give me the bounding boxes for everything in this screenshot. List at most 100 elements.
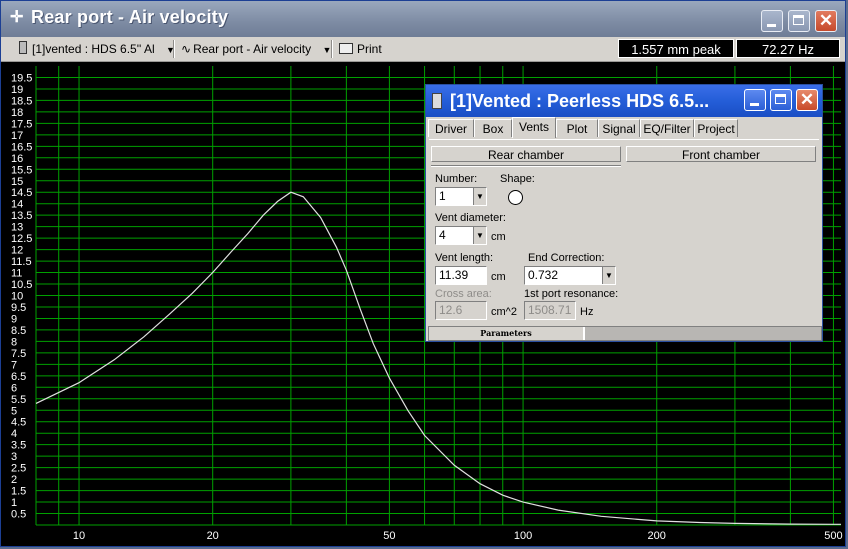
y-tick-label: 11.5	[11, 256, 32, 268]
y-tick-label: 17	[11, 130, 23, 142]
x-tick-label: 10	[73, 530, 85, 542]
tab-vents[interactable]: Vents	[512, 117, 556, 138]
y-tick-label: 18	[11, 107, 23, 119]
y-tick-label: 17.5	[11, 118, 32, 130]
y-tick-label: 10.5	[11, 279, 32, 291]
vented-dialog: [1]Vented : Peerless HDS 6.5... ✕ Driver…	[425, 84, 823, 342]
chevron-down-icon[interactable]: ▼	[473, 188, 486, 205]
close-button[interactable]: ✕	[815, 10, 837, 32]
tab-signal[interactable]: Signal	[598, 119, 640, 137]
y-tick-label: 16	[11, 153, 23, 165]
number-label: Number:	[435, 173, 478, 185]
dialog-title-bar[interactable]: [1]Vented : Peerless HDS 6.5... ✕	[426, 85, 822, 117]
number-value: 1	[439, 189, 446, 203]
cross-area-label: Cross area:	[435, 288, 492, 300]
end-correction-select[interactable]: 0.732 ▼	[524, 266, 616, 285]
y-tick-label: 14.5	[11, 187, 32, 199]
y-tick-label: 0.5	[11, 509, 26, 521]
y-tick-label: 7.5	[11, 348, 26, 360]
vent-diameter-label: Vent diameter:	[435, 212, 506, 224]
dialog-status-bar: Parameters	[428, 326, 822, 341]
maximize-icon	[793, 15, 804, 25]
dialog-minimize-button[interactable]	[744, 89, 766, 111]
status-empty-panel	[585, 327, 821, 340]
toolbar: [1]vented : HDS 6.5'' Al ▼ ∿ Rear port - …	[1, 37, 845, 62]
vent-diameter-select[interactable]: 4 ▼	[435, 226, 487, 245]
project-select-label: [1]vented : HDS 6.5'' Al	[32, 42, 155, 56]
y-tick-label: 13	[11, 222, 23, 234]
plot-select[interactable]: ∿ Rear port - Air velocity ▼	[181, 41, 331, 57]
y-tick-label: 5	[11, 405, 17, 417]
tab-box[interactable]: Box	[474, 119, 512, 137]
waveform-icon: ∿	[181, 42, 192, 56]
y-tick-label: 12	[11, 245, 23, 257]
y-tick-label: 9	[11, 313, 17, 325]
y-tick-label: 19.5	[11, 72, 32, 84]
x-tick-label: 200	[648, 530, 666, 542]
maximize-icon	[775, 94, 786, 104]
y-tick-label: 9.5	[11, 302, 26, 314]
maximize-button[interactable]	[788, 10, 810, 32]
resonance-input: 1508.71	[524, 301, 576, 320]
excursion-readout: 1.557 mm peak	[618, 39, 734, 58]
y-tick-label: 3.5	[11, 440, 26, 452]
project-select[interactable]: [1]vented : HDS 6.5'' Al ▼	[19, 41, 175, 57]
tab-driver[interactable]: Driver	[428, 119, 474, 137]
y-tick-label: 5.5	[11, 394, 26, 406]
y-tick-label: 19	[11, 84, 23, 96]
front-chamber-button[interactable]: Front chamber	[626, 146, 816, 162]
vent-length-input[interactable]: 11.39	[435, 266, 487, 285]
minimize-icon	[767, 24, 776, 27]
frequency-readout: 72.27 Hz	[736, 39, 840, 58]
circle-shape-icon[interactable]	[508, 190, 523, 205]
y-tick-label: 8.5	[11, 325, 26, 337]
y-tick-label: 13.5	[11, 210, 32, 222]
title-bar[interactable]: ✛ Rear port - Air velocity ✕	[1, 1, 845, 37]
speaker-icon	[19, 41, 27, 54]
resonance-label: 1st port resonance:	[524, 288, 619, 300]
window-title: Rear port - Air velocity	[31, 7, 229, 27]
print-label: Print	[357, 42, 382, 56]
toolbar-divider	[173, 40, 175, 58]
y-tick-label: 1	[11, 497, 17, 509]
chevron-down-icon[interactable]: ▼	[602, 267, 615, 284]
dialog-maximize-button[interactable]	[770, 89, 792, 111]
y-tick-label: 7	[11, 359, 17, 371]
y-tick-label: 3	[11, 451, 17, 463]
y-tick-label: 10	[11, 291, 23, 303]
tab-plot[interactable]: Plot	[556, 119, 598, 137]
y-tick-label: 6.5	[11, 371, 26, 383]
x-tick-label: 500	[824, 530, 842, 542]
print-button[interactable]: Print	[339, 41, 382, 57]
chevron-down-icon[interactable]: ▼	[473, 227, 486, 244]
vent-diameter-value: 4	[439, 228, 446, 242]
x-tick-label: 100	[514, 530, 532, 542]
y-tick-label: 4	[11, 428, 17, 440]
minimize-button[interactable]	[761, 10, 783, 32]
speaker-icon	[432, 93, 442, 109]
parameters-panel-label: Parameters	[429, 327, 583, 340]
number-select[interactable]: 1 ▼	[435, 187, 487, 206]
y-tick-label: 15.5	[11, 164, 32, 176]
x-tick-label: 50	[383, 530, 395, 542]
y-tick-label: 11	[11, 268, 22, 280]
minimize-icon	[750, 103, 759, 106]
plot-select-label: Rear port - Air velocity	[193, 42, 312, 56]
end-correction-value: 0.732	[528, 268, 559, 282]
y-tick-label: 12.5	[11, 233, 32, 245]
vent-length-label: Vent length:	[435, 252, 494, 264]
vent-length-unit: cm	[491, 271, 506, 283]
cross-area-input: 12.6	[435, 301, 487, 320]
y-tick-label: 6	[11, 382, 17, 394]
end-correction-label: End Correction:	[528, 252, 605, 264]
shape-label: Shape:	[500, 173, 535, 185]
dialog-close-button[interactable]: ✕	[796, 89, 818, 111]
y-tick-label: 4.5	[11, 417, 26, 429]
close-icon: ✕	[799, 90, 815, 109]
vent-diameter-unit: cm	[491, 231, 506, 243]
tab-project[interactable]: Project	[694, 119, 738, 137]
toolbar-divider	[331, 40, 333, 58]
rear-chamber-button[interactable]: Rear chamber	[431, 146, 621, 162]
tab-eq-filter[interactable]: EQ/Filter	[640, 119, 694, 137]
y-tick-label: 16.5	[11, 141, 32, 153]
